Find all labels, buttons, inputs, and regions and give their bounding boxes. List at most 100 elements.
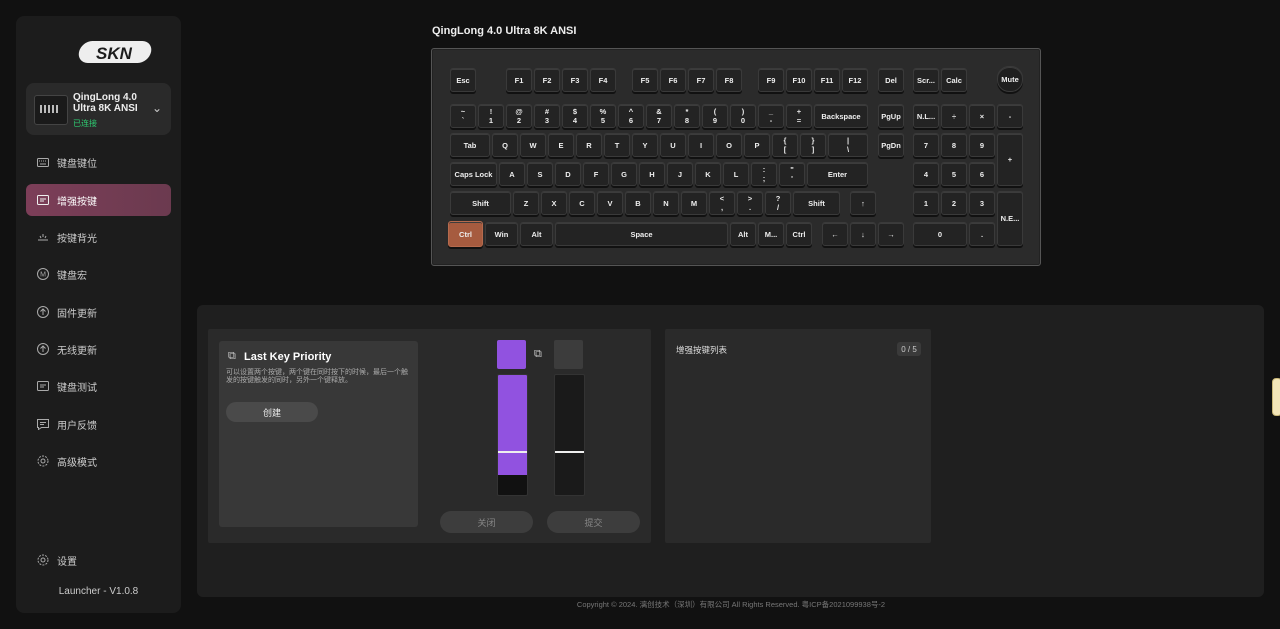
key-pgdn[interactable]: PgDn (878, 133, 904, 157)
key-slot-1[interactable] (497, 340, 526, 369)
key-minus[interactable]: _ - (758, 104, 784, 128)
key-8[interactable]: * 8 (674, 104, 700, 128)
key-2-travel-slider[interactable] (554, 374, 585, 496)
key-esc[interactable]: Esc (450, 68, 476, 92)
key-f11[interactable]: F11 (814, 68, 840, 92)
key-arrow-right[interactable]: → (878, 222, 904, 246)
key-scroll[interactable]: Scr... (913, 68, 939, 92)
key-menu[interactable]: M... (758, 222, 784, 246)
key-k[interactable]: K (695, 162, 721, 186)
sidebar-item-feedback[interactable]: 用户反馈 (26, 408, 171, 440)
scrollbar-thumb[interactable] (1272, 378, 1280, 416)
key-f6[interactable]: F6 (660, 68, 686, 92)
key-win[interactable]: Win (485, 222, 518, 246)
key-np-dot[interactable]: . (969, 222, 995, 246)
key-right-ctrl[interactable]: Ctrl (786, 222, 812, 246)
sidebar-item-advanced-mode[interactable]: 高级模式 (26, 445, 171, 477)
key-arrow-left[interactable]: ← (822, 222, 848, 246)
key-backspace[interactable]: Backspace (814, 104, 868, 128)
key-v[interactable]: V (597, 191, 623, 215)
key-f7[interactable]: F7 (688, 68, 714, 92)
sidebar-item-keyboard-test[interactable]: 键盘测试 (26, 370, 171, 402)
key-arrow-up[interactable]: ↑ (850, 191, 876, 215)
chevron-down-icon[interactable]: ⌄ (152, 101, 162, 115)
close-button[interactable]: 关闭 (440, 511, 533, 533)
key-np-multiply[interactable]: × (969, 104, 995, 128)
key-np-8[interactable]: 8 (941, 133, 967, 157)
key-1[interactable]: ! 1 (478, 104, 504, 128)
key-3[interactable]: # 3 (534, 104, 560, 128)
key-p[interactable]: P (744, 133, 770, 157)
sidebar-item-macro[interactable]: M 键盘宏 (26, 258, 171, 290)
key-e[interactable]: E (548, 133, 574, 157)
key-f4[interactable]: F4 (590, 68, 616, 92)
key-np-minus[interactable]: - (997, 104, 1023, 128)
sidebar-item-backlight[interactable]: 按键背光 (26, 221, 171, 253)
sidebar-item-keyboard-layout[interactable]: 键盘键位 (26, 146, 171, 178)
key-7[interactable]: & 7 (646, 104, 672, 128)
key-f2[interactable]: F2 (534, 68, 560, 92)
key-z[interactable]: Z (513, 191, 539, 215)
key-m[interactable]: M (681, 191, 707, 215)
key-f5[interactable]: F5 (632, 68, 658, 92)
key-np-enter[interactable]: N.E... (997, 191, 1023, 246)
key-space[interactable]: Space (555, 222, 728, 246)
key-1-travel-slider[interactable] (497, 374, 528, 496)
key-d[interactable]: D (555, 162, 581, 186)
key-0[interactable]: ) 0 (730, 104, 756, 128)
key-right-alt[interactable]: Alt (730, 222, 756, 246)
key-f[interactable]: F (583, 162, 609, 186)
key-q[interactable]: Q (492, 133, 518, 157)
key-right-bracket[interactable]: } ] (800, 133, 826, 157)
key-h[interactable]: H (639, 162, 665, 186)
key-calc[interactable]: Calc (941, 68, 967, 92)
key-np-divide[interactable]: ÷ (941, 104, 967, 128)
key-6[interactable]: ^ 6 (618, 104, 644, 128)
key-left-ctrl[interactable]: Ctrl (448, 221, 483, 247)
key-f9[interactable]: F9 (758, 68, 784, 92)
key-r[interactable]: R (576, 133, 602, 157)
key-slash[interactable]: ? / (765, 191, 791, 215)
key-f3[interactable]: F3 (562, 68, 588, 92)
key-4[interactable]: $ 4 (562, 104, 588, 128)
key-comma[interactable]: < , (709, 191, 735, 215)
key-np-9[interactable]: 9 (969, 133, 995, 157)
key-b[interactable]: B (625, 191, 651, 215)
key-w[interactable]: W (520, 133, 546, 157)
key-tab[interactable]: Tab (450, 133, 490, 157)
submit-button[interactable]: 提交 (547, 511, 640, 533)
key-s[interactable]: S (527, 162, 553, 186)
key-period[interactable]: > . (737, 191, 763, 215)
key-arrow-down[interactable]: ↓ (850, 222, 876, 246)
key-semicolon[interactable]: : ; (751, 162, 777, 186)
key-1-actuation-marker[interactable] (498, 451, 527, 453)
key-2-actuation-marker[interactable] (555, 451, 584, 453)
key-t[interactable]: T (604, 133, 630, 157)
key-i[interactable]: I (688, 133, 714, 157)
key-np-1[interactable]: 1 (913, 191, 939, 215)
sidebar-item-firmware-update[interactable]: 固件更新 (26, 296, 171, 328)
key-g[interactable]: G (611, 162, 637, 186)
key-np-3[interactable]: 3 (969, 191, 995, 215)
key-f8[interactable]: F8 (716, 68, 742, 92)
key-np-6[interactable]: 6 (969, 162, 995, 186)
key-5[interactable]: % 5 (590, 104, 616, 128)
key-left-shift[interactable]: Shift (450, 191, 511, 215)
key-caps-lock[interactable]: Caps Lock (450, 162, 497, 186)
key-x[interactable]: X (541, 191, 567, 215)
key-2[interactable]: @ 2 (506, 104, 532, 128)
key-quote[interactable]: " ' (779, 162, 805, 186)
key-backslash[interactable]: | \ (828, 133, 868, 157)
key-y[interactable]: Y (632, 133, 658, 157)
key-c[interactable]: C (569, 191, 595, 215)
key-f1[interactable]: F1 (506, 68, 532, 92)
key-9[interactable]: ( 9 (702, 104, 728, 128)
key-enter[interactable]: Enter (807, 162, 868, 186)
key-a[interactable]: A (499, 162, 525, 186)
key-pgup[interactable]: PgUp (878, 104, 904, 128)
sidebar-item-wireless-update[interactable]: 无线更新 (26, 333, 171, 365)
key-right-shift[interactable]: Shift (793, 191, 840, 215)
key-tilde[interactable]: ~ ` (450, 104, 476, 128)
key-mute-knob[interactable]: Mute (997, 66, 1023, 92)
key-np-4[interactable]: 4 (913, 162, 939, 186)
